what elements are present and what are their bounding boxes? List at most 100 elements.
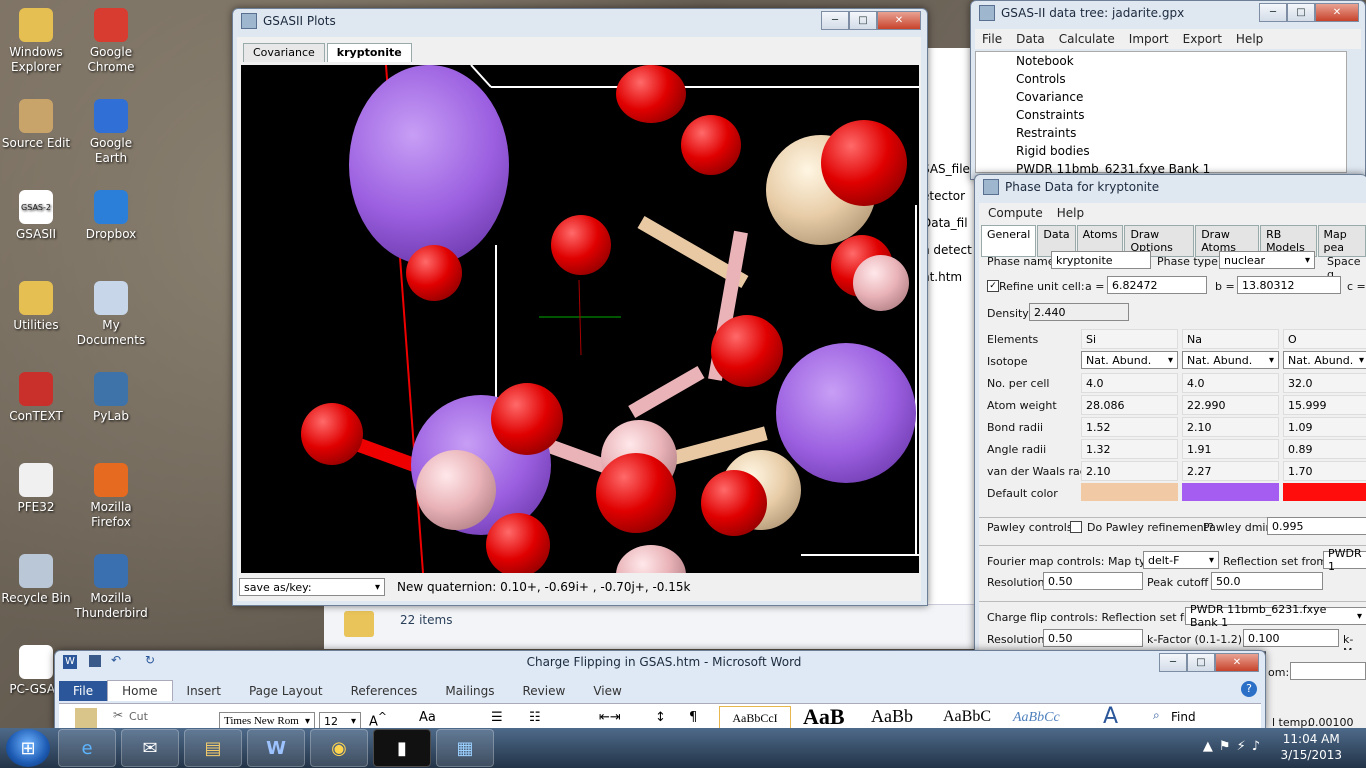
desktop-icon[interactable]: Source Edit [0, 99, 74, 151]
plot-window[interactable]: GSASII Plots ─ □ ✕ Covariance kryptonite [232, 8, 928, 606]
bullets-icon[interactable]: ☰ [491, 710, 503, 725]
desktop-icon[interactable]: Dropbox [73, 190, 149, 242]
save-as-key-combo[interactable]: save as/key: [239, 578, 385, 596]
close-icon[interactable]: ✕ [877, 11, 921, 30]
indent-icon[interactable]: ⇤⇥ [599, 710, 621, 725]
refl-set-select[interactable]: PWDR 1 [1323, 547, 1366, 573]
maximize-icon[interactable]: □ [849, 11, 877, 30]
tree-item-restraints[interactable]: Restraints [976, 124, 1346, 142]
pawley-dmin-input[interactable]: 0.995 [1267, 517, 1366, 535]
menu-help[interactable]: Help [1229, 32, 1270, 46]
tree-item-rigid-bodies[interactable]: Rigid bodies [976, 142, 1346, 160]
isotope-select[interactable]: Nat. Abund. [1081, 351, 1178, 369]
default-color-swatch[interactable] [1081, 483, 1178, 501]
pilcrow-icon[interactable]: ¶ [689, 710, 697, 725]
grow-font-icon[interactable]: A^ [369, 710, 387, 729]
hidden-input[interactable] [1290, 662, 1366, 680]
cf-resolution-input[interactable]: 0.50 [1043, 629, 1143, 647]
menu-export[interactable]: Export [1176, 32, 1229, 46]
pawley-checkbox[interactable] [1070, 521, 1082, 533]
menu-compute[interactable]: Compute [981, 206, 1050, 220]
phase-data-window[interactable]: Phase Data for kryptonite Compute Help G… [974, 174, 1366, 659]
desktop-icon[interactable]: Mozilla Firefox [73, 463, 149, 530]
undo-icon[interactable]: ↶ [111, 653, 121, 667]
a-input[interactable]: 6.82472 [1107, 276, 1207, 294]
tab-general[interactable]: General [981, 225, 1037, 257]
desktop-icon[interactable]: ConTEXT [0, 372, 74, 424]
explorer-item[interactable]: SAS_file [922, 156, 972, 183]
explorer-item[interactable]: etector [922, 183, 972, 210]
desktop-icon[interactable]: Utilities [0, 281, 74, 333]
style-heading3[interactable]: AaBbCc [1013, 710, 1060, 726]
menu-file[interactable]: File [975, 32, 1009, 46]
tab-covariance[interactable]: Covariance [243, 43, 325, 62]
tab-home[interactable]: Home [107, 680, 173, 701]
tree-item-notebook[interactable]: Notebook [976, 52, 1346, 70]
style-heading2[interactable]: AaBbC [943, 708, 991, 726]
word-icon[interactable]: W [247, 729, 305, 767]
paste-icon[interactable] [75, 708, 97, 728]
default-color-swatch[interactable] [1182, 483, 1279, 501]
isotope-select[interactable]: Nat. Abund. [1182, 351, 1279, 369]
tab-references[interactable]: References [337, 681, 432, 701]
tab-page-layout[interactable]: Page Layout [235, 681, 337, 701]
phase-name-input[interactable]: kryptonite [1051, 251, 1151, 269]
cut-icon[interactable]: ✂ [113, 708, 123, 722]
tab-file[interactable]: File [59, 681, 108, 701]
change-styles-icon[interactable]: A [1103, 704, 1118, 729]
desktop-icon[interactable]: Windows Explorer [0, 8, 74, 75]
menu-data[interactable]: Data [1009, 32, 1052, 46]
kfactor-input[interactable]: 0.100 [1243, 629, 1339, 647]
change-case-icon[interactable]: Aa [419, 710, 436, 725]
desktop-icon[interactable]: My Documents [73, 281, 149, 348]
style-heading1[interactable]: AaBb [871, 706, 913, 727]
help-icon[interactable]: ? [1241, 681, 1257, 697]
isotope-select[interactable]: Nat. Abund. [1283, 351, 1366, 369]
map-type-select[interactable]: delt-F [1143, 551, 1219, 569]
close-icon[interactable]: ✕ [1315, 3, 1359, 22]
folder-icon[interactable]: ▦ [436, 729, 494, 767]
default-color-swatch[interactable] [1283, 483, 1366, 501]
minimize-icon[interactable]: ─ [821, 11, 849, 30]
desktop-icon[interactable]: Google Chrome [73, 8, 149, 75]
tab-kryptonite[interactable]: kryptonite [326, 43, 412, 62]
desktop-icon[interactable]: Mozilla Thunderbird [73, 554, 149, 621]
minimize-icon[interactable]: ─ [1259, 3, 1287, 22]
clock[interactable]: 11:04 AM 3/15/2013 [1280, 731, 1342, 763]
structure-3d-canvas[interactable] [241, 65, 919, 573]
maximize-icon[interactable]: □ [1187, 653, 1215, 672]
style-normal[interactable]: AaBbCcI [719, 706, 791, 730]
tab-review[interactable]: Review [509, 681, 580, 701]
tree-item-constraints[interactable]: Constraints [976, 106, 1346, 124]
desktop-icon[interactable]: Recycle Bin [0, 554, 74, 606]
tab-view[interactable]: View [579, 681, 635, 701]
phase-type-select[interactable]: nuclear [1219, 251, 1315, 269]
peak-cutoff-input[interactable]: 50.0 [1211, 572, 1323, 590]
tab-map-peaks[interactable]: Map pea [1317, 225, 1366, 257]
explorer-icon[interactable]: ▤ [184, 729, 242, 767]
desktop-icon[interactable]: Google Earth [73, 99, 149, 166]
menu-help[interactable]: Help [1050, 206, 1091, 220]
cf-refl-select[interactable]: PWDR 11bmb_6231.fxye Bank 1 [1185, 603, 1366, 629]
sort-icon[interactable]: ↕ [655, 710, 666, 725]
minimize-icon[interactable]: ─ [1159, 653, 1187, 672]
tree-item-covariance[interactable]: Covariance [976, 88, 1346, 106]
find-label[interactable]: Find [1171, 710, 1196, 724]
menu-calculate[interactable]: Calculate [1052, 32, 1122, 46]
explorer-item[interactable]: n detect [922, 237, 972, 264]
close-icon[interactable]: ✕ [1215, 653, 1259, 672]
start-button[interactable]: ⊞ [6, 729, 50, 767]
refine-checkbox[interactable]: ✓ [987, 280, 999, 292]
style-title[interactable]: AaB [803, 704, 845, 730]
resolution-input[interactable]: 0.50 [1043, 572, 1143, 590]
find-icon[interactable]: ⌕ [1153, 708, 1160, 723]
desktop-icon[interactable]: PFE32 [0, 463, 74, 515]
system-tray-icons[interactable]: ▲⚑⚡♪ [1203, 739, 1266, 754]
explorer-item[interactable]: nt.htm [922, 264, 972, 291]
redo-icon[interactable]: ↻ [145, 653, 155, 667]
data-tree-window[interactable]: GSAS-II data tree: jadarite.gpx ─ □ ✕ Fi… [970, 0, 1366, 180]
b-input[interactable]: 13.80312 [1237, 276, 1341, 294]
data-tree[interactable]: Notebook Controls Covariance Constraints… [975, 51, 1347, 176]
save-icon[interactable] [89, 655, 101, 667]
word-window[interactable]: W ↶ ↻ Charge Flipping in GSAS.htm - Micr… [54, 650, 1266, 730]
